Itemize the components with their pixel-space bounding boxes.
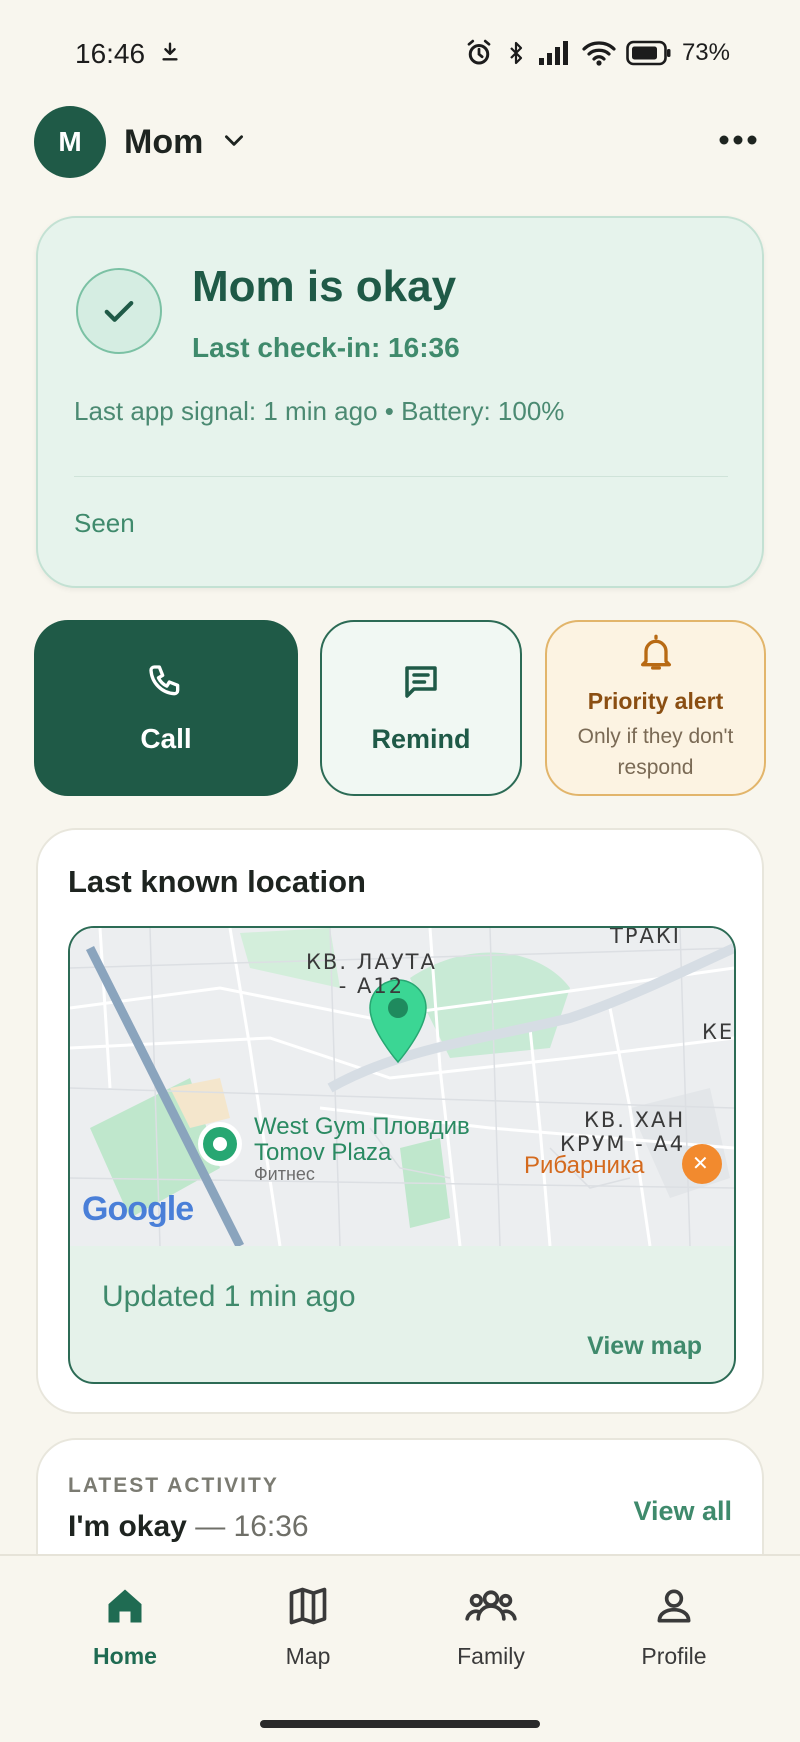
remind-label: Remind <box>371 724 471 754</box>
battery-percent: 73% <box>681 39 730 66</box>
poi-name: West Gym Пловдив <box>254 1113 470 1140</box>
bell-icon <box>636 633 676 678</box>
view-map-link[interactable]: View map <box>587 1332 702 1361</box>
restaurant-label: Рибарника <box>524 1152 645 1179</box>
status-card: Mom is okay Last check-in: 16:36 Last ap… <box>36 216 764 588</box>
map-preview[interactable]: КВ. ЛАУТА - А12 ТРАКІ КЕ КВ. ХАН КРУМ - … <box>68 926 736 1384</box>
map-icon <box>286 1584 330 1633</box>
download-icon <box>159 38 181 70</box>
view-all-link[interactable]: View all <box>633 1496 732 1527</box>
call-label: Call <box>140 722 192 754</box>
nav-map-label: Map <box>285 1643 331 1669</box>
map-label-district: КВ. ХАН <box>583 1108 686 1132</box>
status-bar: 16:46 73% <box>0 0 800 110</box>
google-logo: Google <box>82 1190 194 1228</box>
nav-home-label: Home <box>93 1643 157 1669</box>
location-card: Last known location КВ. ЛАУТА - А12 ТРАК… <box>36 828 764 1414</box>
map-label-edge: КЕ <box>702 1020 735 1044</box>
nav-profile-label: Profile <box>641 1643 707 1669</box>
map-image[interactable]: КВ. ЛАУТА - А12 ТРАКІ КЕ КВ. ХАН КРУМ - … <box>70 928 734 1246</box>
more-options-button[interactable] <box>710 114 766 170</box>
home-indicator[interactable] <box>260 1720 540 1728</box>
seen-indicator: Seen <box>74 508 135 538</box>
check-icon <box>76 268 162 354</box>
status-time: 16:46 <box>75 38 146 69</box>
home-icon <box>103 1584 147 1633</box>
status-title: Mom is okay <box>192 262 457 311</box>
profile-switcher[interactable]: M Mom <box>34 106 247 178</box>
status-right: 73% <box>464 38 730 68</box>
activity-latest: I'm okay — 16:36 <box>68 1510 309 1544</box>
poi-type: Фитнес <box>254 1164 315 1184</box>
restaurant-icon: ✕ <box>692 1153 709 1175</box>
profile-icon <box>652 1584 696 1633</box>
priority-sub: Only if they don't respond <box>577 725 734 779</box>
avatar: M <box>34 106 106 178</box>
nav-home[interactable]: Home <box>45 1584 205 1684</box>
activity-event: I'm okay <box>68 1510 187 1543</box>
phone-icon <box>146 662 186 707</box>
last-checkin: Last check-in: 16:36 <box>192 332 460 363</box>
header: M Mom <box>34 106 766 178</box>
priority-label: Priority alert <box>587 688 724 714</box>
chevron-down-icon <box>221 127 247 158</box>
header-name: Mom <box>124 122 204 161</box>
bluetooth-icon <box>504 38 528 68</box>
map-label-area: ТРАКІ <box>610 926 681 948</box>
map-updated: Updated 1 min ago <box>102 1280 356 1313</box>
status-meta: Last app signal: 1 min ago • Battery: 10… <box>74 396 565 426</box>
status-left: 16:46 <box>75 38 181 70</box>
wifi-icon <box>582 40 616 66</box>
map-label-district: - А12 <box>338 974 405 998</box>
message-icon <box>400 661 442 708</box>
activity-kicker: LATEST ACTIVITY <box>68 1474 279 1497</box>
signal-icon <box>538 40 572 66</box>
nav-family-label: Family <box>457 1643 525 1669</box>
nav-map[interactable]: Map <box>228 1584 388 1684</box>
call-button[interactable]: Call <box>34 620 298 796</box>
bottom-nav: Home Map Family Profile <box>0 1554 800 1742</box>
priority-alert-button[interactable]: Priority alert Only if they don't respon… <box>545 620 766 796</box>
alarm-icon <box>464 38 494 68</box>
divider <box>74 476 728 477</box>
more-icon <box>718 133 758 151</box>
nav-profile[interactable]: Profile <box>594 1584 754 1684</box>
activity-time: — 16:36 <box>195 1510 309 1543</box>
remind-button[interactable]: Remind <box>320 620 522 796</box>
family-icon <box>465 1584 517 1633</box>
nav-family[interactable]: Family <box>411 1584 571 1684</box>
map-label-district: КВ. ЛАУТА <box>306 950 437 974</box>
battery-icon <box>626 40 672 66</box>
poi-name: Tomov Plaza <box>254 1139 392 1166</box>
location-title: Last known location <box>68 864 366 899</box>
action-buttons: Call Remind Priority alert Only if they … <box>34 620 766 796</box>
